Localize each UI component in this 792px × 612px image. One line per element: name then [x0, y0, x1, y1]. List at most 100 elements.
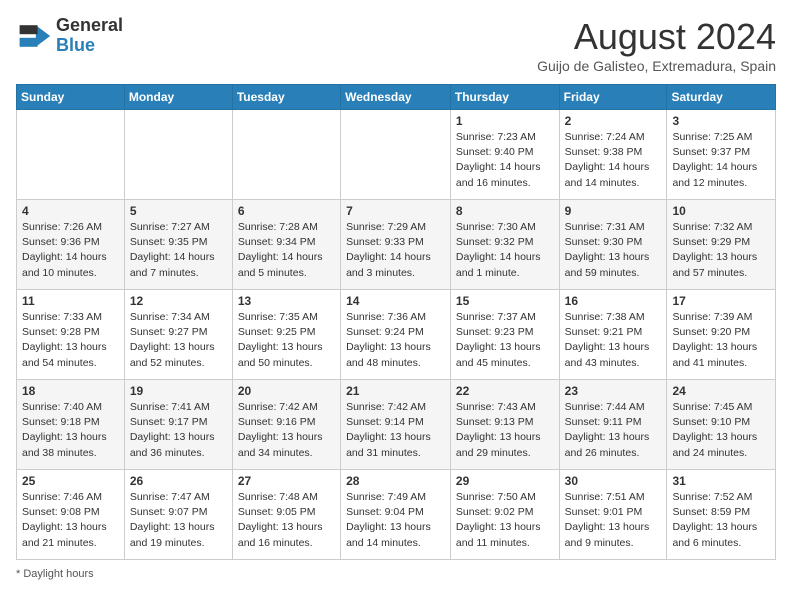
day-number: 27 — [238, 474, 335, 488]
calendar-cell: 18 Sunrise: 7:40 AMSunset: 9:18 PMDayligh… — [17, 380, 125, 470]
day-header-wednesday: Wednesday — [341, 85, 451, 110]
day-info: Sunrise: 7:27 AMSunset: 9:35 PMDaylight:… — [130, 220, 227, 281]
calendar-cell — [124, 110, 232, 200]
calendar-week-row: 11 Sunrise: 7:33 AMSunset: 9:28 PMDayligh… — [17, 290, 776, 380]
calendar-week-row: 18 Sunrise: 7:40 AMSunset: 9:18 PMDayligh… — [17, 380, 776, 470]
day-number: 10 — [672, 204, 770, 218]
day-info: Sunrise: 7:26 AMSunset: 9:36 PMDaylight:… — [22, 220, 119, 281]
calendar-cell: 29 Sunrise: 7:50 AMSunset: 9:02 PMDayligh… — [450, 470, 559, 560]
day-info: Sunrise: 7:25 AMSunset: 9:37 PMDaylight:… — [672, 130, 770, 191]
day-info: Sunrise: 7:44 AMSunset: 9:11 PMDaylight:… — [565, 400, 662, 461]
calendar-cell: 24 Sunrise: 7:45 AMSunset: 9:10 PMDayligh… — [667, 380, 776, 470]
calendar-cell: 3 Sunrise: 7:25 AMSunset: 9:37 PMDaylight… — [667, 110, 776, 200]
day-info: Sunrise: 7:45 AMSunset: 9:10 PMDaylight:… — [672, 400, 770, 461]
day-info: Sunrise: 7:42 AMSunset: 9:14 PMDaylight:… — [346, 400, 445, 461]
calendar-cell: 27 Sunrise: 7:48 AMSunset: 9:05 PMDayligh… — [232, 470, 340, 560]
calendar-cell: 1 Sunrise: 7:23 AMSunset: 9:40 PMDaylight… — [450, 110, 559, 200]
calendar-cell: 2Sunrise: 7:24 AMSunset: 9:38 PMDaylight… — [559, 110, 667, 200]
day-info: Sunrise: 7:39 AMSunset: 9:20 PMDaylight:… — [672, 310, 770, 371]
calendar-week-row: 4Sunrise: 7:26 AMSunset: 9:36 PMDaylight… — [17, 200, 776, 290]
location: Guijo de Galisteo, Extremadura, Spain — [537, 58, 776, 74]
day-number: 22 — [456, 384, 554, 398]
day-info: Sunrise: 7:33 AMSunset: 9:28 PMDaylight:… — [22, 310, 119, 371]
title-block: August 2024 Guijo de Galisteo, Extremadu… — [537, 16, 776, 74]
day-number: 14 — [346, 294, 445, 308]
calendar-cell: 31Sunrise: 7:52 AMSunset: 8:59 PMDayligh… — [667, 470, 776, 560]
day-info: Sunrise: 7:23 AMSunset: 9:40 PMDaylight:… — [456, 130, 554, 191]
day-number: 21 — [346, 384, 445, 398]
calendar-cell: 13Sunrise: 7:35 AMSunset: 9:25 PMDayligh… — [232, 290, 340, 380]
day-number: 29 — [456, 474, 554, 488]
day-number: 17 — [672, 294, 770, 308]
day-info: Sunrise: 7:46 AMSunset: 9:08 PMDaylight:… — [22, 490, 119, 551]
day-header-tuesday: Tuesday — [232, 85, 340, 110]
day-info: Sunrise: 7:30 AMSunset: 9:32 PMDaylight:… — [456, 220, 554, 281]
day-number: 11 — [22, 294, 119, 308]
day-info: Sunrise: 7:32 AMSunset: 9:29 PMDaylight:… — [672, 220, 770, 281]
calendar-cell: 15 Sunrise: 7:37 AMSunset: 9:23 PMDayligh… — [450, 290, 559, 380]
day-number: 9 — [565, 204, 662, 218]
calendar-cell: 17 Sunrise: 7:39 AMSunset: 9:20 PMDayligh… — [667, 290, 776, 380]
day-info: Sunrise: 7:49 AMSunset: 9:04 PMDaylight:… — [346, 490, 445, 551]
calendar-cell: 9 Sunrise: 7:31 AMSunset: 9:30 PMDaylight… — [559, 200, 667, 290]
day-number: 30 — [565, 474, 662, 488]
calendar-cell: 22 Sunrise: 7:43 AMSunset: 9:13 PMDayligh… — [450, 380, 559, 470]
day-info: Sunrise: 7:38 AMSunset: 9:21 PMDaylight:… — [565, 310, 662, 371]
calendar-cell: 16Sunrise: 7:38 AMSunset: 9:21 PMDayligh… — [559, 290, 667, 380]
calendar-header-row: SundayMondayTuesdayWednesdayThursdayFrid… — [17, 85, 776, 110]
logo-text: GeneralBlue — [56, 16, 123, 56]
calendar-body: 1 Sunrise: 7:23 AMSunset: 9:40 PMDaylight… — [17, 110, 776, 560]
calendar-cell: 6 Sunrise: 7:28 AMSunset: 9:34 PMDaylight… — [232, 200, 340, 290]
day-info: Sunrise: 7:48 AMSunset: 9:05 PMDaylight:… — [238, 490, 335, 551]
day-info: Sunrise: 7:43 AMSunset: 9:13 PMDaylight:… — [456, 400, 554, 461]
day-info: Sunrise: 7:51 AMSunset: 9:01 PMDaylight:… — [565, 490, 662, 551]
day-number: 19 — [130, 384, 227, 398]
day-number: 12 — [130, 294, 227, 308]
calendar-cell: 14 Sunrise: 7:36 AMSunset: 9:24 PMDayligh… — [341, 290, 451, 380]
day-number: 6 — [238, 204, 335, 218]
day-info: Sunrise: 7:37 AMSunset: 9:23 PMDaylight:… — [456, 310, 554, 371]
calendar-cell: 8 Sunrise: 7:30 AMSunset: 9:32 PMDaylight… — [450, 200, 559, 290]
calendar-cell: 5Sunrise: 7:27 AMSunset: 9:35 PMDaylight… — [124, 200, 232, 290]
day-info: Sunrise: 7:50 AMSunset: 9:02 PMDaylight:… — [456, 490, 554, 551]
day-info: Sunrise: 7:35 AMSunset: 9:25 PMDaylight:… — [238, 310, 335, 371]
day-number: 20 — [238, 384, 335, 398]
calendar-week-row: 1 Sunrise: 7:23 AMSunset: 9:40 PMDaylight… — [17, 110, 776, 200]
calendar-cell: 30 Sunrise: 7:51 AMSunset: 9:01 PMDayligh… — [559, 470, 667, 560]
logo: GeneralBlue — [16, 16, 123, 56]
day-info: Sunrise: 7:40 AMSunset: 9:18 PMDaylight:… — [22, 400, 119, 461]
day-info: Sunrise: 7:28 AMSunset: 9:34 PMDaylight:… — [238, 220, 335, 281]
calendar-cell: 11 Sunrise: 7:33 AMSunset: 9:28 PMDayligh… — [17, 290, 125, 380]
calendar-cell — [341, 110, 451, 200]
day-number: 28 — [346, 474, 445, 488]
day-info: Sunrise: 7:34 AMSunset: 9:27 PMDaylight:… — [130, 310, 227, 371]
calendar-cell: 21 Sunrise: 7:42 AMSunset: 9:14 PMDayligh… — [341, 380, 451, 470]
day-number: 24 — [672, 384, 770, 398]
day-info: Sunrise: 7:52 AMSunset: 8:59 PMDaylight:… — [672, 490, 770, 551]
day-info: Sunrise: 7:31 AMSunset: 9:30 PMDaylight:… — [565, 220, 662, 281]
day-number: 15 — [456, 294, 554, 308]
day-number: 25 — [22, 474, 119, 488]
month-title: August 2024 — [537, 16, 776, 58]
calendar-week-row: 25 Sunrise: 7:46 AMSunset: 9:08 PMDayligh… — [17, 470, 776, 560]
day-number: 1 — [456, 114, 554, 128]
day-info: Sunrise: 7:24 AMSunset: 9:38 PMDaylight:… — [565, 130, 662, 191]
day-number: 8 — [456, 204, 554, 218]
calendar-cell — [232, 110, 340, 200]
day-number: 3 — [672, 114, 770, 128]
page-header: GeneralBlue August 2024 Guijo de Galiste… — [16, 16, 776, 74]
calendar-cell: 25 Sunrise: 7:46 AMSunset: 9:08 PMDayligh… — [17, 470, 125, 560]
calendar-cell: 10 Sunrise: 7:32 AMSunset: 9:29 PMDayligh… — [667, 200, 776, 290]
day-header-friday: Friday — [559, 85, 667, 110]
calendar-cell: 7Sunrise: 7:29 AMSunset: 9:33 PMDaylight… — [341, 200, 451, 290]
calendar-cell — [17, 110, 125, 200]
calendar-cell: 12 Sunrise: 7:34 AMSunset: 9:27 PMDayligh… — [124, 290, 232, 380]
day-header-thursday: Thursday — [450, 85, 559, 110]
day-number: 18 — [22, 384, 119, 398]
calendar-cell: 4Sunrise: 7:26 AMSunset: 9:36 PMDaylight… — [17, 200, 125, 290]
calendar: SundayMondayTuesdayWednesdayThursdayFrid… — [16, 84, 776, 560]
day-info: Sunrise: 7:42 AMSunset: 9:16 PMDaylight:… — [238, 400, 335, 461]
day-info: Sunrise: 7:36 AMSunset: 9:24 PMDaylight:… — [346, 310, 445, 371]
calendar-cell: 19Sunrise: 7:41 AMSunset: 9:17 PMDayligh… — [124, 380, 232, 470]
day-number: 26 — [130, 474, 227, 488]
